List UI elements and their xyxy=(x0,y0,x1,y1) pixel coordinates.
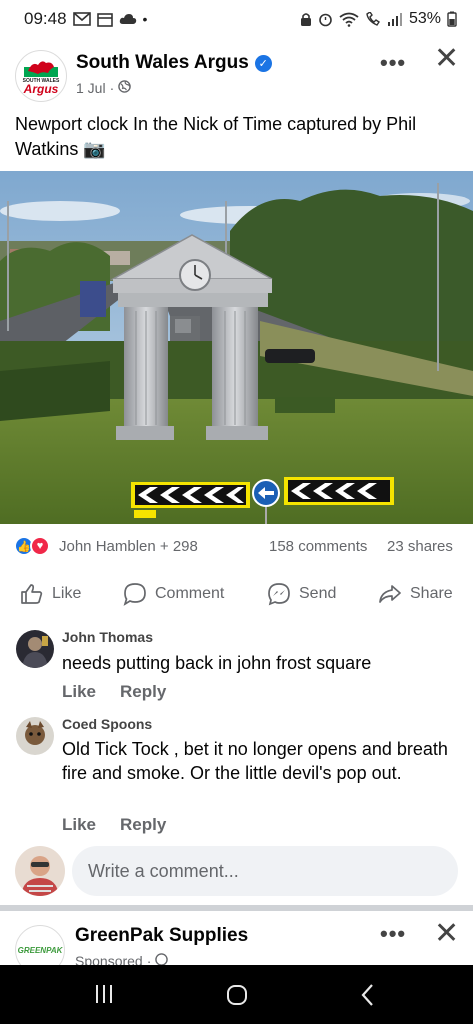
comment-like-button[interactable]: Like xyxy=(62,682,96,702)
reactions-row: 👍 ♥ John Hamblen + 298 158 comments 23 s… xyxy=(0,534,473,558)
comment-text: Old Tick Tock , bet it no longer opens a… xyxy=(62,739,448,783)
comment-actions: Like Reply xyxy=(62,682,166,702)
alarm-icon xyxy=(318,12,333,27)
page-name[interactable]: South Wales Argus xyxy=(76,52,249,74)
comment-item: Coed Spoons Old Tick Tock , bet it no lo… xyxy=(0,713,473,839)
sponsored-label[interactable]: Sponsored xyxy=(75,953,143,965)
status-bar: 09:48 • 53% xyxy=(0,0,473,38)
battery-percent: 53% xyxy=(408,10,441,27)
comment-actions: Like Reply xyxy=(62,815,166,835)
calendar-icon xyxy=(96,12,113,27)
gmail-icon xyxy=(72,12,91,26)
post-photo[interactable] xyxy=(0,171,473,524)
comment-label: Comment xyxy=(155,585,225,602)
greenpak-logo[interactable]: GREENPAK xyxy=(15,925,65,965)
reaction-icons[interactable]: 👍 ♥ xyxy=(14,536,50,556)
comment-button[interactable]: Comment xyxy=(123,582,224,606)
commenter-avatar[interactable] xyxy=(16,717,54,755)
comment-reply-button[interactable]: Reply xyxy=(120,815,166,835)
comment-bubble-icon xyxy=(123,583,146,606)
logo-wordmark: Argus xyxy=(23,82,59,96)
like-button[interactable]: Like xyxy=(20,582,81,606)
globe-icon xyxy=(155,953,169,965)
verified-badge-icon: ✓ xyxy=(254,54,272,72)
send-label: Send xyxy=(299,585,337,602)
like-label: Like xyxy=(52,585,82,602)
status-time: 09:48 xyxy=(24,9,67,28)
lock-icon xyxy=(300,12,312,27)
comment-author[interactable]: John Thomas xyxy=(62,629,153,645)
close-icon[interactable]: ✕ xyxy=(434,919,459,949)
back-icon[interactable] xyxy=(360,983,376,1007)
next-post-meta: Sponsored · xyxy=(75,953,169,965)
comments-count[interactable]: 158 comments xyxy=(269,538,367,555)
next-post-header: GREENPAK GreenPak Supplies Sponsored · •… xyxy=(0,911,473,965)
greenpak-logo-text: GREENPAK xyxy=(17,945,63,955)
thumbs-up-icon xyxy=(21,584,43,604)
more-options-icon[interactable]: ••• xyxy=(380,50,406,76)
comment-input[interactable]: Write a comment... xyxy=(72,846,458,896)
more-options-icon[interactable]: ••• xyxy=(380,921,406,947)
post-date[interactable]: 1 Jul xyxy=(76,80,106,96)
page-avatar[interactable]: SOUTH WALES Argus xyxy=(15,50,67,102)
comment-item: John Thomas needs putting back in john f… xyxy=(0,626,473,706)
home-icon[interactable] xyxy=(225,983,249,1007)
reactors-summary[interactable]: John Hamblen + 298 xyxy=(59,538,198,555)
send-button[interactable]: Send xyxy=(267,582,336,606)
comment-reply-button[interactable]: Reply xyxy=(120,682,166,702)
messenger-icon xyxy=(268,583,290,606)
share-label: Share xyxy=(410,585,453,602)
user-avatar[interactable] xyxy=(15,846,65,896)
call-icon xyxy=(365,11,381,27)
love-reaction-icon: ♥ xyxy=(30,536,50,556)
chevron-sign-right xyxy=(284,477,394,505)
system-nav-bar xyxy=(0,965,473,1024)
clock-photo-image xyxy=(0,171,473,524)
meta-separator: · xyxy=(109,80,115,96)
chevron-sign-left xyxy=(131,482,250,508)
comment-author[interactable]: Coed Spoons xyxy=(62,716,152,732)
comment-text: needs putting back in john frost square xyxy=(62,653,372,673)
next-page-name[interactable]: GreenPak Supplies xyxy=(75,925,248,947)
battery-icon xyxy=(447,11,457,27)
close-icon[interactable]: ✕ xyxy=(434,44,459,74)
post-header: SOUTH WALES Argus South Wales Argus ✓ 1 … xyxy=(0,38,473,108)
meta-separator: · xyxy=(146,953,152,965)
share-arrow-icon xyxy=(379,585,401,603)
cloud-icon xyxy=(119,13,137,25)
comment-like-button[interactable]: Like xyxy=(62,815,96,835)
globe-icon xyxy=(118,80,132,96)
action-bar: Like Comment Send Share xyxy=(0,572,473,616)
post-text: Newport clock In the Nick of Time captur… xyxy=(15,114,417,159)
shares-count[interactable]: 23 shares xyxy=(387,538,453,555)
post-meta: 1 Jul · xyxy=(76,80,132,96)
share-button[interactable]: Share xyxy=(378,582,453,606)
commenter-avatar[interactable] xyxy=(16,630,54,668)
recent-apps-icon[interactable] xyxy=(93,983,115,1005)
signal-icon xyxy=(387,12,403,26)
dot-icon: • xyxy=(142,11,148,27)
wifi-icon xyxy=(339,12,359,27)
comment-composer: Write a comment... xyxy=(0,843,473,899)
welsh-dragon-icon xyxy=(24,57,58,77)
